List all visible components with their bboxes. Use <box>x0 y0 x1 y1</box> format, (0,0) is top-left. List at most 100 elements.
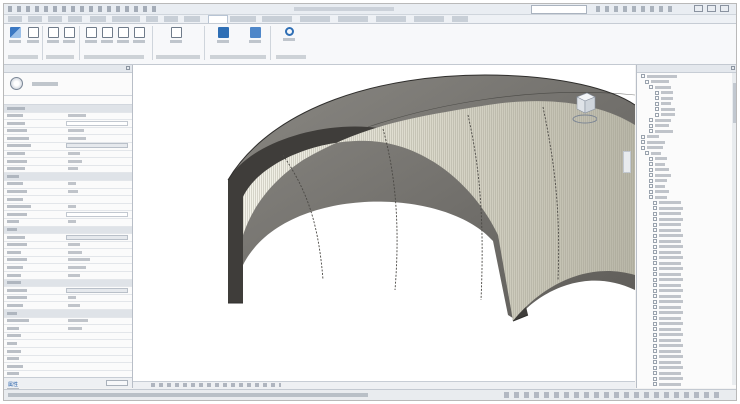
tab-6[interactable] <box>146 16 158 22</box>
tree-item[interactable] <box>653 338 683 342</box>
minimize-icon[interactable] <box>694 5 703 12</box>
expand-icon[interactable] <box>653 217 657 221</box>
property-group-header[interactable] <box>4 226 132 235</box>
expand-icon[interactable] <box>649 129 653 133</box>
property-row[interactable] <box>4 196 132 204</box>
tree-item[interactable] <box>653 288 685 293</box>
expand-icon[interactable] <box>653 387 657 388</box>
expand-icon[interactable] <box>653 233 657 238</box>
expand-icon[interactable] <box>641 140 645 144</box>
help-search-input[interactable] <box>531 5 587 14</box>
expand-icon[interactable] <box>653 261 657 265</box>
property-row[interactable] <box>4 318 132 326</box>
expand-icon[interactable] <box>653 321 657 326</box>
expand-icon[interactable] <box>653 272 657 276</box>
tree-item[interactable] <box>649 189 671 194</box>
property-row[interactable] <box>4 158 132 166</box>
tree-item[interactable] <box>649 118 673 122</box>
extension-button[interactable] <box>216 27 230 43</box>
expand-icon[interactable] <box>653 255 657 260</box>
tree-item[interactable] <box>649 184 667 188</box>
tree-item[interactable] <box>653 294 683 298</box>
tree-item[interactable] <box>641 145 665 150</box>
expand-icon[interactable] <box>653 266 657 271</box>
modify-button[interactable] <box>8 27 22 43</box>
tab-active[interactable] <box>208 15 228 23</box>
expand-icon[interactable] <box>649 173 653 177</box>
expand-icon[interactable] <box>649 156 653 161</box>
property-row[interactable] <box>4 295 132 303</box>
property-row[interactable] <box>4 249 132 257</box>
expand-icon[interactable] <box>653 354 657 359</box>
expand-icon[interactable] <box>653 371 657 375</box>
expand-icon[interactable] <box>655 107 659 111</box>
tree-item[interactable] <box>653 283 683 287</box>
tab-7[interactable] <box>164 16 178 22</box>
expand-icon[interactable] <box>653 299 657 304</box>
tree-item[interactable] <box>653 382 683 386</box>
property-edit-button[interactable] <box>66 143 128 149</box>
status-controls[interactable] <box>504 392 724 398</box>
tree-item[interactable] <box>653 222 683 227</box>
close-icon[interactable] <box>720 5 729 12</box>
tree-item[interactable] <box>653 327 683 331</box>
property-row[interactable] <box>4 242 132 250</box>
property-row[interactable] <box>4 356 132 364</box>
expand-icon[interactable] <box>653 294 657 298</box>
tree-item[interactable] <box>653 239 683 243</box>
expand-icon[interactable] <box>653 250 657 254</box>
expand-icon[interactable] <box>653 327 657 331</box>
property-row[interactable] <box>4 181 132 189</box>
property-row[interactable] <box>4 234 132 242</box>
expand-icon[interactable] <box>655 90 659 95</box>
expand-icon[interactable] <box>653 365 657 370</box>
tree-scrollbar[interactable] <box>732 73 736 385</box>
expand-icon[interactable] <box>649 162 653 166</box>
family-button-2[interactable] <box>46 27 60 43</box>
tab-12[interactable] <box>338 16 368 22</box>
tab-10[interactable] <box>262 16 292 22</box>
tree-item[interactable] <box>649 173 673 177</box>
family-button-6[interactable] <box>116 27 130 43</box>
expand-icon[interactable] <box>649 118 653 122</box>
tree-item[interactable] <box>653 261 683 265</box>
property-row[interactable] <box>4 128 132 136</box>
scroll-thumb[interactable] <box>733 83 736 123</box>
expand-icon[interactable] <box>653 349 657 353</box>
navigation-bar[interactable] <box>623 151 631 173</box>
tab-15[interactable] <box>452 16 468 22</box>
property-row[interactable] <box>4 302 132 311</box>
expand-icon[interactable] <box>653 288 657 293</box>
property-row[interactable] <box>4 333 132 341</box>
property-row[interactable] <box>4 219 132 227</box>
property-row[interactable] <box>4 135 132 143</box>
tree-item[interactable] <box>655 112 677 117</box>
expand-icon[interactable] <box>655 101 659 106</box>
tree-item[interactable] <box>653 387 685 388</box>
expand-icon[interactable] <box>649 184 653 188</box>
close-icon[interactable] <box>126 66 130 70</box>
tab-9[interactable] <box>230 16 256 22</box>
apply-button[interactable] <box>106 380 128 386</box>
property-group-header[interactable] <box>4 279 132 288</box>
tree-item[interactable] <box>649 129 675 133</box>
family-button-7[interactable] <box>132 27 146 43</box>
tree-item[interactable] <box>649 195 669 199</box>
tree-item[interactable] <box>653 365 685 370</box>
expand-icon[interactable] <box>645 151 649 155</box>
close-icon[interactable] <box>731 66 735 70</box>
tab-file[interactable] <box>8 16 22 22</box>
tree-item[interactable] <box>649 178 669 183</box>
expand-icon[interactable] <box>653 206 657 210</box>
tree-item[interactable] <box>653 233 685 238</box>
tree-item[interactable] <box>653 321 685 326</box>
property-row[interactable] <box>4 204 132 212</box>
tree-item[interactable] <box>653 206 685 210</box>
expand-icon[interactable] <box>655 112 659 117</box>
tree-item[interactable] <box>649 167 671 172</box>
expand-icon[interactable] <box>653 222 657 227</box>
tree-item[interactable] <box>645 151 663 155</box>
tree-item[interactable] <box>653 250 683 254</box>
tab-13[interactable] <box>376 16 406 22</box>
property-row[interactable] <box>4 325 132 333</box>
